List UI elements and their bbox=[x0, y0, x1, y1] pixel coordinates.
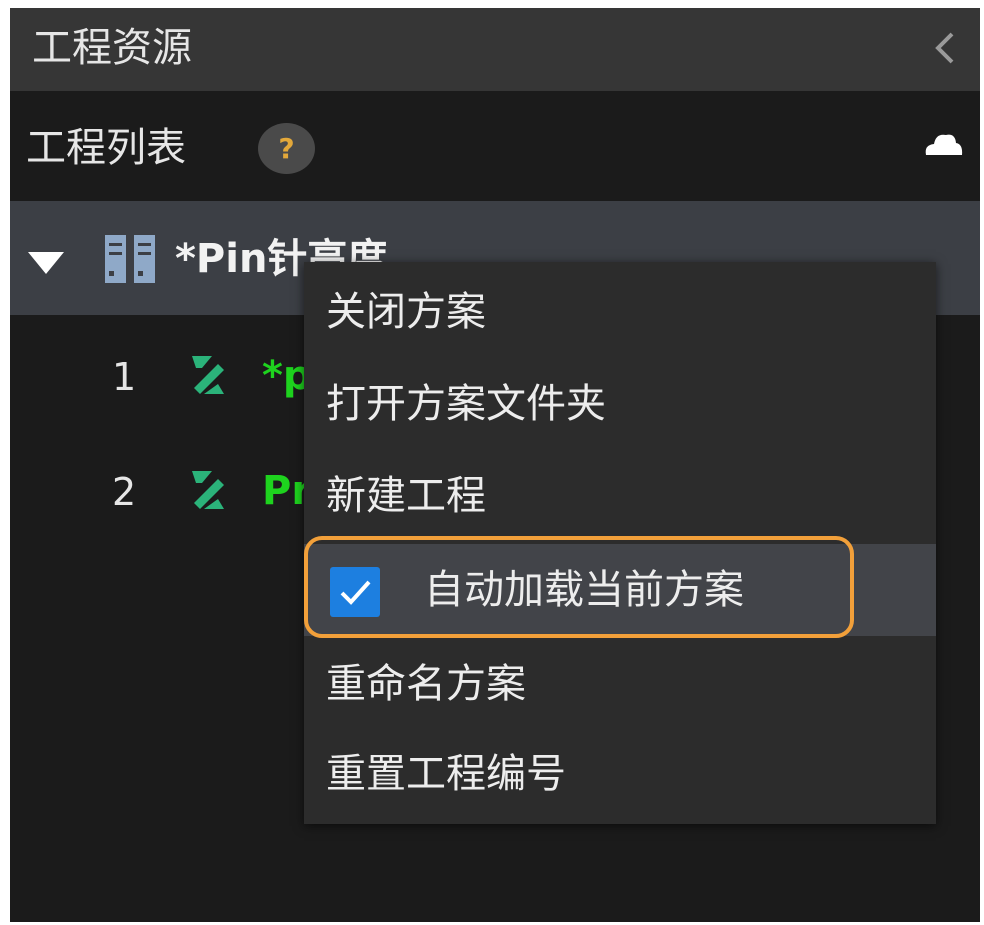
menu-item-label: 打开方案文件夹 bbox=[326, 381, 606, 427]
chevron-left-icon[interactable] bbox=[932, 30, 958, 66]
checkmark-icon bbox=[340, 580, 371, 605]
menu-item-auto-load-solution[interactable]: 自动加载当前方案 bbox=[304, 544, 936, 636]
cloud-icon[interactable] bbox=[922, 129, 964, 159]
help-icon[interactable]: ? bbox=[258, 123, 315, 174]
menu-item-label: 自动加载当前方案 bbox=[424, 567, 744, 613]
project-list-header: 工程列表 ? bbox=[10, 91, 980, 201]
auto-load-checkbox[interactable] bbox=[330, 567, 380, 617]
project-flow-icon bbox=[188, 465, 228, 515]
menu-item-new-project[interactable]: 新建工程 bbox=[304, 450, 936, 542]
project-index: 1 bbox=[112, 355, 137, 399]
project-index: 2 bbox=[112, 470, 137, 514]
menu-item-label: 重置工程编号 bbox=[326, 751, 566, 797]
menu-item-label: 新建工程 bbox=[326, 473, 486, 519]
menu-item-label: 重命名方案 bbox=[326, 661, 526, 707]
panel-header: 工程资源 bbox=[10, 8, 980, 91]
menu-item-rename-solution[interactable]: 重命名方案 bbox=[304, 638, 936, 730]
triangle-down-icon[interactable] bbox=[26, 249, 66, 277]
context-menu: 关闭方案 打开方案文件夹 新建工程 自动加载当前方案 重命名方案 重置工程编号 bbox=[304, 262, 936, 824]
panel-title: 工程资源 bbox=[32, 25, 192, 71]
menu-item-reset-project-numbers[interactable]: 重置工程编号 bbox=[304, 728, 936, 820]
menu-item-close-solution[interactable]: 关闭方案 bbox=[304, 266, 936, 358]
menu-item-label: 关闭方案 bbox=[326, 289, 486, 335]
solution-icon bbox=[102, 233, 158, 285]
section-title: 工程列表 bbox=[26, 125, 186, 171]
project-flow-icon bbox=[188, 350, 228, 400]
menu-item-open-solution-folder[interactable]: 打开方案文件夹 bbox=[304, 358, 936, 450]
